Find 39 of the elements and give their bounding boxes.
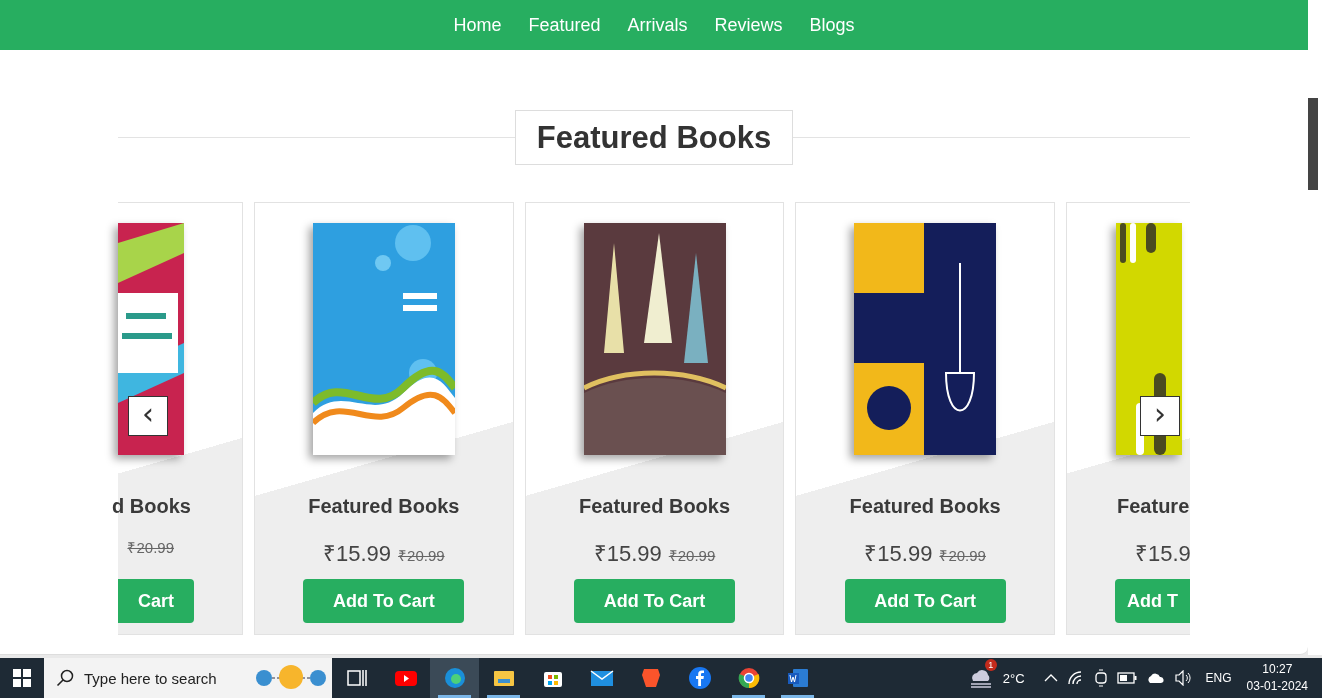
nav-link[interactable]: Blogs bbox=[809, 14, 855, 36]
clock-time[interactable]: 10:27 bbox=[1262, 661, 1293, 678]
add-to-cart-button[interactable]: Add T bbox=[1115, 579, 1190, 623]
search-icon bbox=[56, 669, 74, 687]
chevron-up-icon[interactable] bbox=[1043, 673, 1058, 683]
language-indicator[interactable]: ENG bbox=[1205, 671, 1232, 685]
battery-icon[interactable] bbox=[1116, 672, 1137, 684]
add-to-cart-button[interactable]: Add To Cart bbox=[574, 579, 735, 623]
old-price: ₹20.99 bbox=[398, 546, 445, 565]
product-title: Featured Books bbox=[578, 495, 731, 519]
section-heading: Featured Books bbox=[515, 110, 793, 165]
nav-link[interactable]: Arrivals bbox=[627, 14, 688, 36]
notification-badge: 1 bbox=[984, 659, 997, 671]
add-to-cart-button[interactable]: Cart bbox=[118, 579, 194, 623]
add-to-cart-button[interactable]: Add To Cart bbox=[844, 579, 1006, 623]
product-title: Feature bbox=[1116, 495, 1190, 519]
nav-link[interactable]: Reviews bbox=[714, 14, 783, 36]
product-price: ₹15.9 bbox=[1135, 540, 1191, 567]
cloud-icon[interactable] bbox=[1145, 672, 1166, 684]
next-button[interactable]: › bbox=[1140, 396, 1180, 436]
product-price: ₹15.99 bbox=[864, 540, 933, 567]
scrollbar-thumb[interactable] bbox=[1308, 98, 1318, 190]
temperature-text[interactable]: 2°C bbox=[1002, 670, 1025, 686]
old-price: ₹20.99 bbox=[939, 546, 986, 565]
nav-link[interactable]: Home bbox=[453, 14, 502, 36]
camera-icon[interactable] bbox=[1093, 669, 1108, 687]
taskbar-search-field[interactable]: Type here to search bbox=[44, 658, 332, 698]
speaker-icon[interactable] bbox=[1174, 670, 1193, 686]
old-price: ₹20.99 bbox=[127, 538, 174, 557]
clock-date[interactable]: 03-01-2024 bbox=[1246, 678, 1308, 695]
nav-link[interactable]: Featured bbox=[528, 14, 601, 36]
product-title: Featured Books bbox=[849, 495, 1001, 519]
product-title: d Books bbox=[112, 495, 192, 519]
product-price: ₹15.99 bbox=[593, 540, 662, 567]
previous-button[interactable]: ‹ bbox=[128, 396, 168, 436]
add-to-cart-button[interactable]: Add To Cart bbox=[303, 579, 465, 623]
product-price: ₹15.99 bbox=[323, 540, 392, 567]
old-price: ₹20.99 bbox=[668, 546, 716, 565]
product-title: Featured Books bbox=[308, 495, 460, 519]
